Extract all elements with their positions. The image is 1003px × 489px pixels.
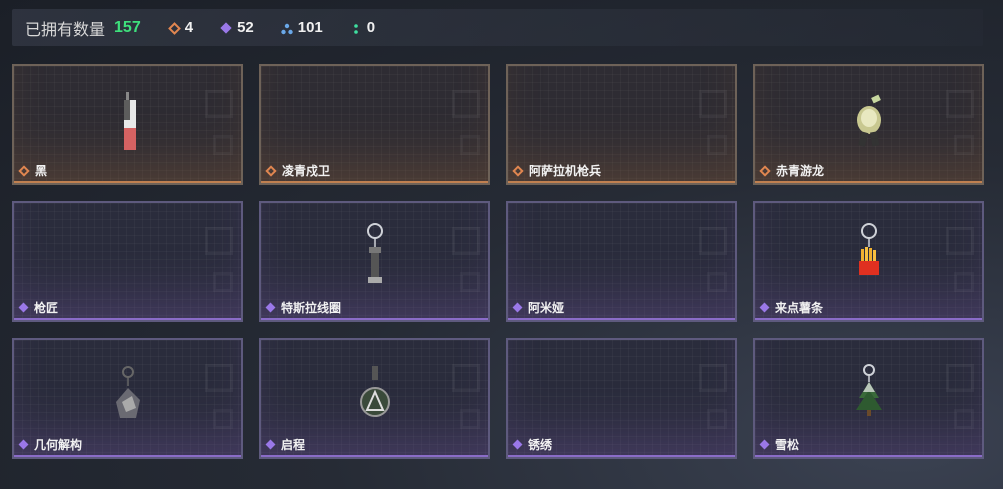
owned-label: 已拥有数量 [25, 21, 106, 39]
orange-diamond-icon [167, 21, 181, 35]
charm-name: 赤青游龙 [776, 164, 825, 178]
charm-name: 几何解构 [34, 438, 83, 452]
charm-card[interactable]: 阿萨拉机枪兵 [506, 64, 737, 185]
inventory-summary-bar: 已拥有数量 157 4 52 101 0 [12, 9, 983, 46]
charm-card[interactable]: 启程 [259, 338, 490, 459]
gold-rarity-icon [759, 164, 771, 177]
purple-rarity-icon [265, 302, 276, 313]
charm-card[interactable]: 来点薯条 [753, 201, 984, 322]
charm-grid: 黑 凌青戍卫 阿萨拉机枪兵 赤青游龙 枪匠 特斯拉线圈 阿米娅 来点薯条 几何解… [12, 64, 984, 459]
charm-card[interactable]: 锈绣 [506, 338, 737, 459]
gold-rarity-icon [512, 164, 524, 177]
stat-green-value: 0 [366, 19, 376, 36]
blue-triangle-icon [281, 22, 293, 34]
charm-name: 黑 [35, 164, 48, 178]
stat-green: 0 [350, 19, 375, 36]
charm-card[interactable]: 枪匠 [12, 201, 243, 322]
charm-name: 枪匠 [34, 301, 59, 315]
green-dots-icon [350, 22, 362, 34]
charm-card[interactable]: 雪松 [753, 338, 984, 459]
owned-count: 157 [114, 18, 141, 36]
fries-charm-icon [858, 223, 879, 275]
charm-name: 雪松 [775, 438, 800, 452]
purple-rarity-icon [759, 439, 770, 450]
purple-diamond-icon [220, 21, 232, 34]
purple-rarity-icon [512, 302, 523, 313]
charm-card[interactable]: 阿米娅 [506, 201, 737, 322]
medallion-charm-icon [359, 366, 390, 417]
stat-orange: 4 [167, 19, 194, 36]
charm-card[interactable]: 黑 [12, 64, 243, 185]
stat-blue-value: 101 [297, 19, 323, 36]
charm-name: 启程 [281, 438, 306, 452]
gold-rarity-icon [265, 164, 277, 177]
stat-orange-value: 4 [184, 19, 194, 36]
dragon-figure-icon [856, 94, 881, 147]
tesla-coil-charm-icon [366, 223, 383, 283]
purple-rarity-icon [512, 439, 523, 450]
charm-name: 锈绣 [528, 438, 553, 452]
charm-name: 特斯拉线圈 [281, 301, 342, 315]
purple-rarity-icon [265, 439, 276, 450]
stat-purple-value: 52 [237, 19, 254, 36]
purple-rarity-icon [18, 302, 29, 313]
pine-tree-charm-icon [855, 364, 882, 416]
gold-rarity-icon [18, 164, 30, 177]
charm-card[interactable]: 几何解构 [12, 338, 243, 459]
geometry-charm-icon [115, 366, 140, 418]
stat-purple: 52 [220, 19, 254, 36]
charm-name: 阿米娅 [528, 301, 565, 315]
charm-card[interactable]: 赤青游龙 [753, 64, 984, 185]
purple-rarity-icon [18, 439, 29, 450]
charm-card[interactable]: 特斯拉线圈 [259, 201, 490, 322]
charm-name: 来点薯条 [775, 301, 824, 315]
cigarette-charm-icon [123, 92, 136, 150]
charm-card[interactable]: 凌青戍卫 [259, 64, 490, 185]
charm-name: 凌青戍卫 [282, 164, 331, 178]
purple-rarity-icon [759, 302, 770, 313]
charm-name: 阿萨拉机枪兵 [529, 164, 602, 178]
stat-blue: 101 [281, 19, 323, 36]
